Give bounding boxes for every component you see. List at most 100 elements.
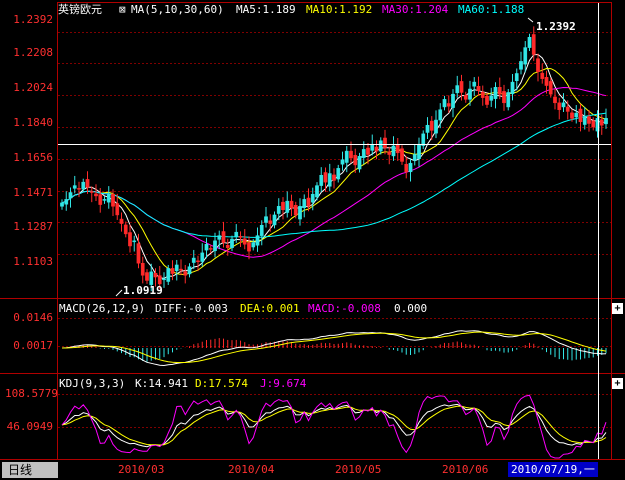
candle-body-down — [446, 103, 451, 107]
candle-body-up — [340, 159, 345, 165]
candle-body-up — [604, 118, 608, 125]
candle-body-down — [157, 275, 162, 285]
macd-histogram — [65, 338, 607, 362]
candle-body-up — [519, 61, 523, 70]
candle-body-up — [561, 102, 566, 108]
price-tick: 1.1656 — [13, 151, 53, 164]
candle-body-up — [68, 192, 73, 199]
candle-body-down — [306, 197, 311, 207]
kdj-k-value: K:14.941 — [135, 377, 188, 390]
candle-body-down — [179, 268, 183, 271]
candle-body-up — [472, 81, 477, 87]
candle-body-up — [455, 85, 460, 94]
price-tick: 1.1103 — [13, 255, 53, 268]
high-marker-arrow — [527, 17, 534, 23]
candle-body-up — [357, 156, 362, 170]
candle-body-up — [166, 268, 171, 282]
instrument-name: 英镑欧元 — [58, 3, 102, 16]
indicator-icon[interactable]: ⊠ — [119, 3, 126, 16]
kdj-tick: 108.5779 — [5, 387, 58, 400]
candle-body-up — [213, 240, 217, 252]
candle-body-down — [480, 91, 485, 98]
price-tick: 1.1471 — [13, 186, 53, 199]
candle-body-up — [574, 112, 579, 118]
date-axis-label: 2010/04 — [228, 463, 275, 476]
ma5-line — [61, 53, 607, 279]
candle-body-down — [323, 172, 328, 183]
candle-body-down — [119, 218, 124, 224]
candle-body-down — [183, 271, 188, 276]
macd-expand-button[interactable]: + — [612, 303, 623, 314]
candle-body-down — [553, 96, 557, 104]
candle-body-up — [506, 92, 511, 108]
candle-body-down — [247, 242, 251, 252]
candle-body-up — [442, 99, 447, 108]
kdj-grid — [58, 394, 611, 428]
price-tick: 1.1840 — [13, 116, 53, 129]
macd-diff-line — [61, 330, 607, 367]
macd-extra-value: 0.000 — [394, 302, 428, 315]
ma60-value: MA60:1.188 — [458, 3, 525, 16]
ma10-value: MA10:1.192 — [306, 3, 373, 16]
candle-body-up — [315, 185, 319, 198]
period-tab-daily[interactable]: 日线 — [2, 462, 58, 478]
ma-indicator-title: MA(5,10,30,60) — [131, 3, 224, 16]
candle-body-up — [434, 119, 438, 134]
low-price-label: 1.0919 — [123, 284, 163, 297]
candle-body-up — [251, 242, 256, 248]
candle-body-up — [302, 199, 307, 208]
macd-lines — [61, 330, 607, 367]
candle-body-down — [170, 268, 175, 274]
candle-body-up — [234, 231, 239, 237]
candle-body-up — [438, 109, 443, 121]
candle-body-up — [319, 175, 324, 186]
candle-body-up — [217, 235, 222, 240]
candle-body-up — [514, 73, 519, 81]
candle-body-down — [591, 120, 596, 128]
candle-body-down — [238, 236, 243, 238]
candle-body-up — [255, 235, 260, 246]
candle-body-down — [98, 194, 103, 205]
macd-hist-value: MACD:-0.008 — [308, 302, 381, 315]
candle-body-up — [187, 266, 192, 275]
candle-body-down — [544, 77, 549, 86]
candle-body-up — [408, 162, 413, 173]
kdj-j-value: J:9.674 — [260, 377, 307, 390]
date-axis-label: 2010/05 — [335, 463, 382, 476]
candle-body-down — [599, 119, 604, 126]
candle-body-up — [72, 185, 77, 189]
kdj-tick: 46.0949 — [6, 420, 53, 433]
macd-dea-value: DEA:0.001 — [240, 302, 300, 315]
plot-border — [57, 2, 612, 460]
kdj-expand-button[interactable]: + — [612, 378, 623, 389]
candle-body-up — [102, 199, 107, 201]
candle-body-up — [149, 271, 154, 285]
candle-body-down — [536, 58, 540, 72]
candle-body-up — [421, 133, 426, 146]
candle-body-down — [540, 72, 545, 79]
candle-body-up — [162, 278, 166, 281]
candle-body-up — [370, 143, 375, 151]
moving-average-lines — [61, 53, 607, 279]
candle-body-down — [587, 116, 591, 124]
candle-body-down — [140, 262, 145, 276]
candle-body-up — [468, 88, 472, 100]
candle-body-down — [353, 154, 358, 166]
candle-body-up — [272, 214, 277, 226]
candle-body-up — [327, 173, 332, 187]
high-price-label: 1.2392 — [536, 20, 576, 33]
candle-body-up — [361, 149, 366, 158]
candle-body-down — [77, 188, 81, 190]
candle-body-down — [289, 200, 294, 209]
candle-body-down — [145, 272, 149, 281]
candle-body-up — [298, 206, 302, 220]
candle-body-down — [497, 87, 502, 95]
candle-body-up — [391, 145, 396, 157]
candle-body-up — [174, 264, 179, 272]
candle-body-up — [276, 206, 281, 214]
candle-body-down — [374, 146, 379, 152]
candle-body-up — [582, 116, 587, 125]
candle-body-down — [570, 112, 574, 119]
candle-body-down — [85, 179, 90, 188]
price-tick: 1.2024 — [13, 81, 53, 94]
